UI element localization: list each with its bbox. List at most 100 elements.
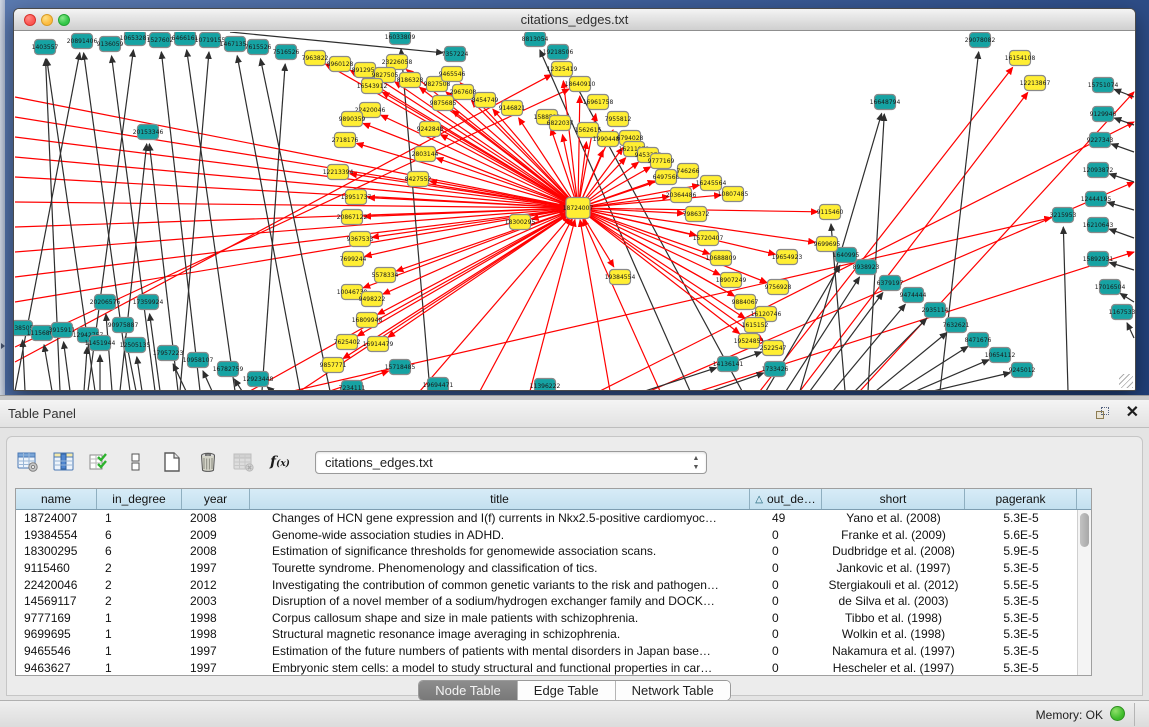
delete-table-button[interactable] bbox=[231, 449, 257, 475]
graph-node[interactable]: 15892931 bbox=[1083, 252, 1114, 267]
graph-node[interactable]: 7625402 bbox=[334, 335, 361, 350]
graph-node[interactable]: 16154108 bbox=[1005, 51, 1036, 66]
column-header-out_de[interactable]: △out_de… bbox=[750, 489, 822, 509]
graph-node[interactable]: 9777169 bbox=[648, 154, 675, 169]
graph-node[interactable]: 6379197 bbox=[877, 276, 904, 291]
graph-node[interactable]: 1403557 bbox=[32, 40, 59, 55]
table-row[interactable]: 1872400712008Changes of HCN gene express… bbox=[16, 510, 1077, 527]
graph-node[interactable]: 2522547 bbox=[760, 341, 787, 356]
graph-node[interactable]: 18907249 bbox=[716, 273, 747, 288]
graph-node[interactable]: 12923448 bbox=[243, 372, 274, 387]
table-scrollbar-thumb[interactable] bbox=[1080, 513, 1089, 547]
table-row[interactable]: 946362711997Embryonic stem cells: a mode… bbox=[16, 659, 1077, 675]
graph-node[interactable]: 6497568 bbox=[653, 170, 680, 185]
graph-node[interactable]: 17016504 bbox=[1095, 280, 1126, 295]
graph-node[interactable]: 7615526 bbox=[245, 40, 272, 55]
graph-node[interactable]: 2718176 bbox=[332, 133, 359, 148]
graph-node[interactable]: 9884067 bbox=[732, 295, 759, 310]
graph-node[interactable]: 29078082 bbox=[965, 33, 996, 48]
graph-node[interactable]: 15720407 bbox=[693, 231, 724, 246]
network-view-window[interactable]: citations_edges.txt 14035572089140691360… bbox=[13, 8, 1136, 391]
graph-node[interactable]: 15751074 bbox=[1088, 78, 1119, 93]
graph-nodes[interactable]: 1403557208914069136059106532871527602646… bbox=[14, 32, 1135, 391]
graph-node[interactable]: 9498222 bbox=[359, 292, 386, 307]
graph-node[interactable]: 9890359 bbox=[339, 112, 366, 127]
graph-node[interactable]: 9875685 bbox=[430, 96, 457, 111]
graph-node[interactable]: 9129946 bbox=[1090, 107, 1117, 122]
function-builder-button[interactable]: f(x) bbox=[267, 449, 293, 475]
graph-node[interactable]: 7357224 bbox=[442, 47, 469, 62]
graph-node[interactable]: 6822037 bbox=[547, 116, 574, 131]
table-row[interactable]: 977716911998Corpus callosum shape and si… bbox=[16, 610, 1077, 627]
graph-node[interactable]: 1167533 bbox=[1109, 305, 1135, 320]
table-scrollbar[interactable] bbox=[1077, 510, 1091, 675]
close-panel-icon[interactable]: ✕ bbox=[1126, 404, 1139, 422]
table-selector-dropdown[interactable]: citations_edges.txt ▲▼ bbox=[315, 451, 707, 474]
graph-node[interactable]: 5578334 bbox=[372, 268, 399, 283]
graph-node[interactable]: 8186328 bbox=[397, 73, 424, 88]
graph-node[interactable]: 1733426 bbox=[762, 362, 789, 377]
table-row[interactable]: 2242004622012Investigating the contribut… bbox=[16, 576, 1077, 593]
graph-node[interactable]: 3215953 bbox=[1050, 208, 1077, 223]
graph-node[interactable]: 9242848 bbox=[417, 122, 444, 137]
graph-node[interactable]: 8938923 bbox=[853, 260, 880, 275]
graph-node[interactable]: 16648794 bbox=[870, 95, 901, 110]
graph-node[interactable]: 8813054 bbox=[522, 32, 549, 47]
gutter-expand-arrow-icon[interactable] bbox=[1, 343, 5, 349]
graph-node[interactable]: 10654112 bbox=[985, 348, 1016, 363]
delete-entries-button[interactable] bbox=[195, 449, 221, 475]
graph-node[interactable]: 13951737 bbox=[341, 190, 372, 205]
graph-node[interactable]: 9857771 bbox=[320, 358, 347, 373]
graph-node[interactable]: 16782759 bbox=[213, 362, 244, 377]
table-settings-button[interactable] bbox=[15, 449, 41, 475]
graph-node[interactable]: 3915911 bbox=[49, 323, 76, 338]
graph-node[interactable]: 12093872 bbox=[1083, 163, 1114, 178]
graph-node[interactable]: 2935114 bbox=[922, 303, 949, 318]
column-header-title[interactable]: title bbox=[250, 489, 750, 509]
graph-node[interactable]: 16033809 bbox=[385, 32, 416, 45]
window-resize-grip[interactable] bbox=[1119, 374, 1133, 388]
graph-node[interactable]: 11396222 bbox=[530, 379, 561, 392]
graph-node[interactable]: 9367533 bbox=[347, 232, 374, 247]
column-header-in_degree[interactable]: in_degree bbox=[97, 489, 182, 509]
memory-status-indicator[interactable] bbox=[1110, 706, 1125, 721]
graph-node[interactable]: 9227343 bbox=[1087, 133, 1114, 148]
graph-node[interactable]: 14136141 bbox=[713, 357, 744, 372]
graph-node[interactable]: 8454749 bbox=[472, 93, 499, 108]
graph-node[interactable]: 7632621 bbox=[943, 318, 970, 333]
network-canvas[interactable]: 1403557208914069136059106532871527602646… bbox=[14, 32, 1135, 390]
graph-node[interactable]: 17359924 bbox=[133, 295, 164, 310]
graph-node[interactable]: 9146821 bbox=[499, 101, 526, 116]
graph-node[interactable]: 10688809 bbox=[706, 251, 737, 266]
graph-node[interactable]: 8427552 bbox=[405, 172, 432, 187]
table-row[interactable]: 1830029562008Estimation of significance … bbox=[16, 543, 1077, 560]
graph-node[interactable]: 16245564 bbox=[696, 176, 727, 191]
table-row[interactable]: 1938455462009Genome-wide association stu… bbox=[16, 527, 1077, 544]
graph-node[interactable]: 16543912 bbox=[357, 79, 388, 94]
graph-node[interactable]: 8471676 bbox=[965, 333, 992, 348]
graph-node[interactable]: 19654923 bbox=[772, 250, 803, 265]
graph-node[interactable]: 9465546 bbox=[439, 67, 466, 82]
graph-node[interactable]: 15718485 bbox=[385, 360, 416, 375]
graph-node[interactable]: 1527602 bbox=[147, 33, 174, 48]
graph-node[interactable]: 10958107 bbox=[183, 353, 214, 368]
graph-node[interactable]: 1615152 bbox=[742, 318, 769, 333]
graph-node[interactable]: 7963822 bbox=[302, 51, 329, 66]
graph-node[interactable]: 16809948 bbox=[352, 313, 383, 328]
graph-node[interactable]: 10807485 bbox=[718, 187, 749, 202]
tab-network-table[interactable]: Network Table bbox=[616, 681, 730, 700]
column-header-name[interactable]: name bbox=[16, 489, 97, 509]
graph-node[interactable]: 9474444 bbox=[900, 288, 927, 303]
table-row[interactable]: 1456911722003Disruption of a novel membe… bbox=[16, 593, 1077, 610]
graph-node[interactable]: 18300295 bbox=[505, 215, 536, 230]
graph-node[interactable]: 12444195 bbox=[1081, 192, 1112, 207]
graph-node[interactable]: 19384554 bbox=[605, 270, 636, 285]
graph-node[interactable]: 9245012 bbox=[1009, 363, 1036, 378]
graph-node[interactable]: 746266 bbox=[677, 164, 700, 179]
column-header-short[interactable]: short bbox=[822, 489, 965, 509]
column-header-pagerank[interactable]: pagerank bbox=[965, 489, 1077, 509]
graph-node[interactable]: 20891406 bbox=[67, 34, 98, 49]
table-row[interactable]: 911546021997Tourette syndrome. Phenomeno… bbox=[16, 560, 1077, 577]
graph-node[interactable]: 9699695 bbox=[814, 237, 841, 252]
graph-node[interactable]: 9115460 bbox=[817, 205, 844, 220]
